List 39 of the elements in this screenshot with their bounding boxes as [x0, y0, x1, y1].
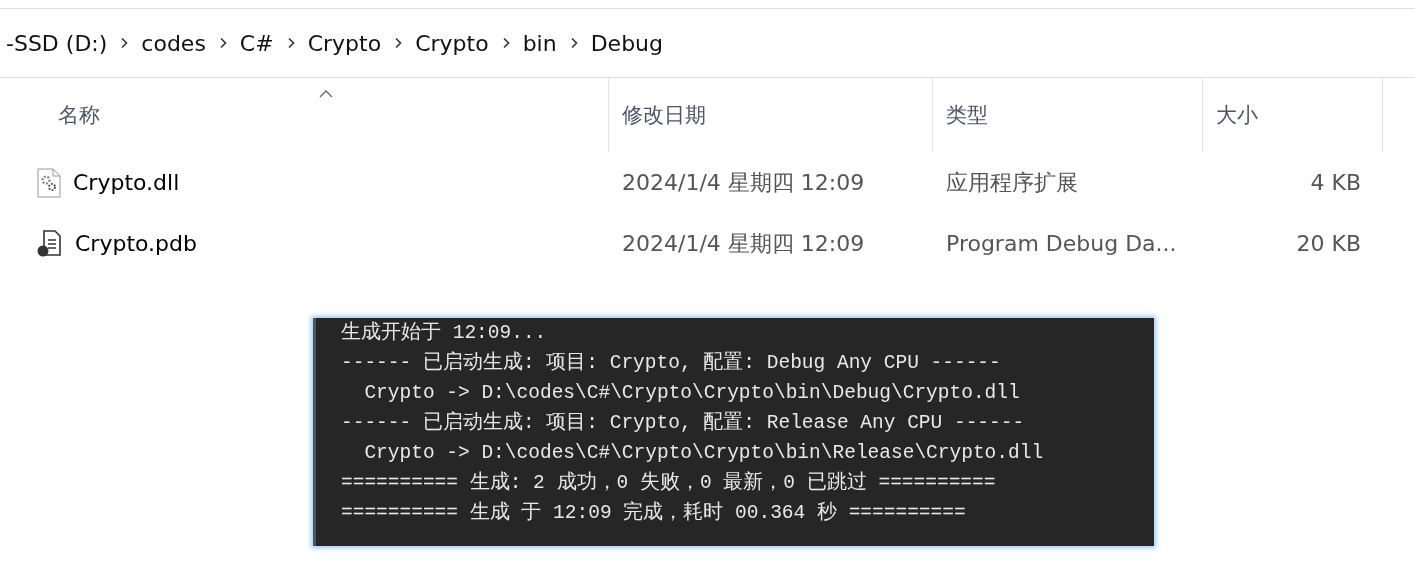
column-label: 名称 [58, 102, 100, 129]
chevron-right-icon [286, 37, 295, 49]
gear-file-icon [37, 167, 61, 198]
file-name[interactable]: Crypto.dll [73, 170, 180, 195]
column-header[interactable]: 名称 [0, 78, 609, 152]
output-line: ------ 已启动生成: 项目: Crypto, 配置: Release Any CPU ------ [341, 410, 1026, 436]
column-label: 修改日期 [622, 102, 706, 129]
breadcrumb-item[interactable]: Crypto [307, 30, 382, 56]
chevron-right-icon [569, 37, 578, 49]
output-line: ------ 已启动生成: 项目: Crypto, 配置: Debug Any CPU ------ [341, 350, 1002, 376]
output-line: ========== 生成: 2 成功，0 失败，0 最新，0 已跳过 ========== [341, 470, 997, 496]
output-line: Crypto -> D:\codes\C#\Crypto\Crypto\bin\Release\Crypto.dll [363, 441, 1045, 466]
type-cell-text: 应用程序扩展 [945, 168, 1079, 197]
chevron-right-icon [394, 37, 403, 49]
date-cell-text: 2024/1/4 星期四 12:09 [621, 229, 866, 258]
chevron-right-icon [218, 37, 227, 49]
chevron-right-icon [120, 37, 129, 49]
breadcrumb-item[interactable]: codes [141, 30, 206, 56]
output-line: 生成开始于 12:09... [341, 320, 548, 346]
caret-icon [319, 90, 333, 98]
breadcrumb-item[interactable]: -SSD (D:) [6, 30, 108, 56]
output-line: ========== 生成 于 12:09 完成，耗时 00.364 秒 ========== [341, 500, 967, 526]
document-icon [37, 229, 63, 258]
column-label: 类型 [946, 102, 988, 129]
type-cell-text: Program Debug Da... [945, 231, 1178, 256]
column-header[interactable]: 大小 [1203, 78, 1383, 152]
breadcrumb-item[interactable]: Debug [590, 30, 663, 56]
size-cell-text: 4 KB [1309, 170, 1361, 195]
column-label: 大小 [1216, 102, 1258, 129]
column-header[interactable]: 类型 [933, 78, 1203, 152]
file-name[interactable]: Crypto.pdb [75, 231, 197, 256]
output-line: Crypto -> D:\codes\C#\Crypto\Crypto\bin\Debug\Crypto.dll [363, 381, 1021, 406]
column-header[interactable]: 修改日期 [609, 78, 933, 152]
chevron-right-icon [501, 37, 510, 49]
date-cell-text: 2024/1/4 星期四 12:09 [621, 168, 866, 197]
size-cell-text: 20 KB [1295, 231, 1361, 256]
breadcrumb-item[interactable]: C# [239, 30, 274, 56]
breadcrumb-item[interactable]: Crypto [415, 30, 489, 56]
breadcrumb-item[interactable]: bin [522, 30, 557, 56]
